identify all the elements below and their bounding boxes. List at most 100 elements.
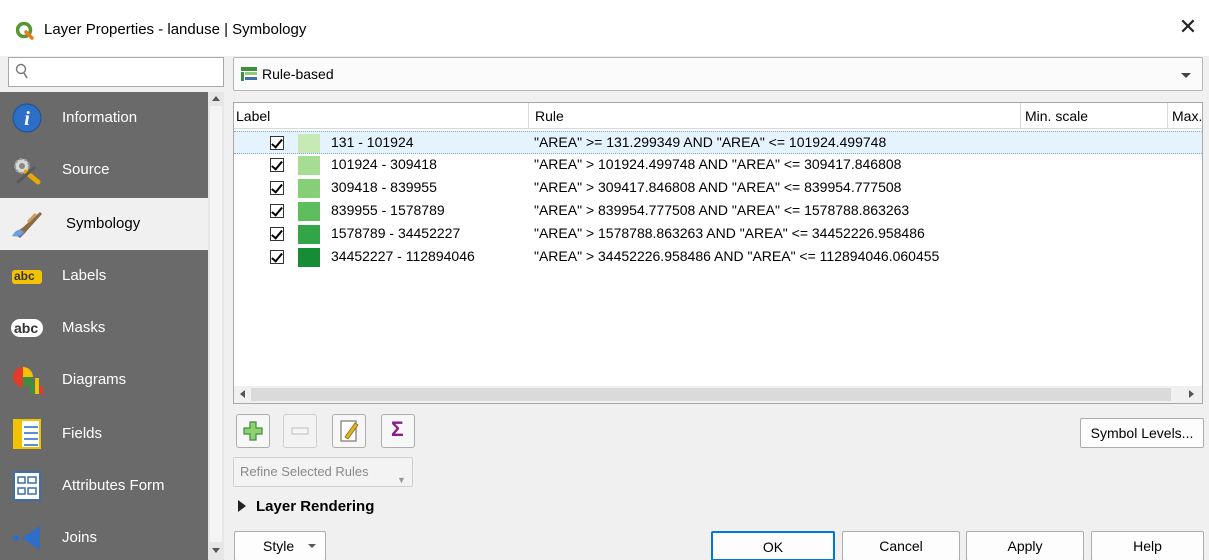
sidebar-item-symbology[interactable]: Symbology	[0, 198, 208, 250]
diagrams-icon	[13, 367, 43, 394]
symbol-swatch[interactable]	[298, 202, 320, 221]
sidebar-item-label: Attributes Form	[62, 477, 165, 494]
column-header-max-scale[interactable]: Max.	[1168, 103, 1202, 129]
sigma-button[interactable]: Σ	[381, 414, 415, 448]
sidebar-scrollbar[interactable]	[208, 92, 224, 560]
rule-label: 839955 - 1578789	[331, 202, 445, 218]
scrollbar-thumb[interactable]	[251, 388, 1171, 401]
rule-based-renderer-icon	[241, 67, 257, 81]
sidebar-item-fields[interactable]: Fields	[0, 408, 208, 460]
rule-label: 34452227 - 112894046	[331, 248, 475, 264]
rule-checkbox[interactable]	[270, 181, 284, 195]
window-title: Layer Properties - landuse | Symbology	[44, 21, 307, 38]
add-rule-icon	[243, 421, 263, 441]
scroll-down-icon[interactable]	[212, 548, 220, 553]
rule-row[interactable]: 309418 - 839955 "AREA" > 309417.846808 AN…	[234, 177, 1202, 200]
style-button[interactable]: Style	[234, 531, 326, 560]
rule-row[interactable]: 34452227 - 112894046 "AREA" > 34452226.95…	[234, 246, 1202, 269]
style-label: Style	[263, 538, 295, 554]
symbol-swatch[interactable]	[298, 156, 320, 175]
sidebar-item-label: Joins	[62, 529, 98, 546]
source-icon	[14, 158, 41, 185]
search-input[interactable]	[8, 57, 224, 87]
scrollbar-thumb[interactable]	[210, 106, 222, 542]
rule-expression: "AREA" >= 131.299349 AND "AREA" <= 10192…	[534, 134, 887, 150]
rule-label: 131 - 101924	[331, 134, 414, 150]
symbol-swatch[interactable]	[298, 225, 320, 244]
column-header-min-scale[interactable]: Min. scale	[1021, 103, 1168, 129]
sidebar-item-label: Symbology	[66, 215, 141, 232]
joins-icon	[13, 526, 40, 550]
search-icon	[15, 63, 28, 79]
symbol-swatch[interactable]	[298, 134, 320, 153]
rule-label: 309418 - 839955	[331, 179, 437, 195]
labels-badge-text: abc	[14, 269, 35, 283]
scroll-left-icon[interactable]	[240, 390, 245, 398]
sidebar-item-diagrams[interactable]: Diagrams	[0, 354, 208, 406]
rule-row[interactable]: 1578789 - 34452227 "AREA" > 1578788.86326…	[234, 223, 1202, 246]
apply-button[interactable]: Apply	[966, 531, 1084, 560]
chevron-down-icon: ▼	[397, 475, 406, 485]
sidebar-item-label: Information	[62, 109, 138, 126]
sidebar-item-label: Diagrams	[62, 371, 127, 388]
rule-row[interactable]: 839955 - 1578789 "AREA" > 839954.777508 A…	[234, 200, 1202, 223]
rule-checkbox[interactable]	[270, 250, 284, 264]
sidebar-item-joins[interactable]: Joins	[0, 512, 208, 560]
rule-expression: "AREA" > 839954.777508 AND "AREA" <= 157…	[534, 202, 910, 218]
rule-expression: "AREA" > 309417.846808 AND "AREA" <= 839…	[534, 179, 902, 195]
add-rule-button[interactable]	[236, 414, 270, 448]
remove-rule-icon	[291, 427, 309, 435]
remove-rule-button[interactable]	[283, 414, 317, 448]
rule-row[interactable]: 131 - 101924 "AREA" >= 131.299349 AND "AR…	[234, 131, 1202, 154]
column-header-rule[interactable]: Rule	[529, 103, 1021, 129]
sidebar-item-information[interactable]: i Information	[0, 92, 208, 144]
layer-rendering-label: Layer Rendering	[256, 498, 375, 515]
expand-arrow-icon	[238, 500, 246, 512]
chevron-down-icon	[308, 544, 316, 548]
horizontal-scrollbar[interactable]	[234, 386, 1202, 403]
rule-checkbox[interactable]	[270, 158, 284, 172]
layer-rendering-section[interactable]: Layer Rendering	[238, 498, 374, 515]
title-bar: Layer Properties - landuse | Symbology ✕	[0, 0, 1209, 56]
edit-rule-icon	[340, 420, 359, 442]
rule-row[interactable]: 101924 - 309418 "AREA" > 101924.499748 AN…	[234, 154, 1202, 177]
sidebar-item-source[interactable]: Source	[0, 144, 208, 196]
close-icon[interactable]: ✕	[1176, 16, 1200, 40]
sidebar-item-label: Labels	[62, 267, 107, 284]
attributes-form-icon	[13, 471, 41, 501]
rule-expression: "AREA" > 34452226.958486 AND "AREA" <= 1…	[534, 248, 940, 264]
scroll-up-icon[interactable]	[212, 96, 220, 101]
information-icon: i	[12, 103, 42, 133]
symbol-swatch[interactable]	[298, 248, 320, 267]
sidebar-item-attributes-form[interactable]: Attributes Form	[0, 460, 208, 512]
sidebar-item-label: Masks	[62, 319, 106, 336]
cancel-button[interactable]: Cancel	[842, 531, 960, 560]
tree-header: Label Rule Min. scale Max.	[234, 103, 1202, 129]
renderer-select[interactable]: Rule-based	[233, 57, 1203, 91]
masks-badge-text: abc	[14, 320, 39, 336]
refine-label: Refine Selected Rules	[240, 464, 369, 479]
sidebar-item-masks[interactable]: abc Masks	[0, 302, 208, 354]
rule-expression: "AREA" > 1578788.863263 AND "AREA" <= 34…	[534, 225, 925, 241]
help-button[interactable]: Help	[1091, 531, 1204, 560]
sidebar-item-labels[interactable]: abc Labels	[0, 250, 208, 302]
qgis-logo-icon	[16, 22, 34, 40]
ok-button[interactable]: OK	[711, 531, 835, 560]
edit-rule-button[interactable]	[332, 414, 366, 448]
chevron-down-icon	[1181, 73, 1191, 78]
rule-checkbox[interactable]	[270, 227, 284, 241]
symbology-icon	[12, 212, 42, 238]
rule-label: 101924 - 309418	[331, 156, 437, 172]
scroll-right-icon[interactable]	[1189, 390, 1194, 398]
rule-label: 1578789 - 34452227	[331, 225, 461, 241]
column-header-label[interactable]: Label	[234, 103, 529, 129]
rule-checkbox[interactable]	[270, 204, 284, 218]
symbol-levels-button[interactable]: Symbol Levels...	[1080, 418, 1204, 448]
refine-selected-rules-button[interactable]: Refine Selected Rules ▼	[233, 457, 413, 487]
rule-checkbox[interactable]	[270, 136, 284, 150]
sidebar: i Information Source Symbology abc Label…	[0, 92, 208, 560]
symbol-swatch[interactable]	[298, 179, 320, 198]
fields-icon	[13, 419, 41, 449]
rules-tree[interactable]: Label Rule Min. scale Max. 131 - 101924 "…	[233, 102, 1203, 404]
sigma-icon: Σ	[391, 418, 404, 441]
